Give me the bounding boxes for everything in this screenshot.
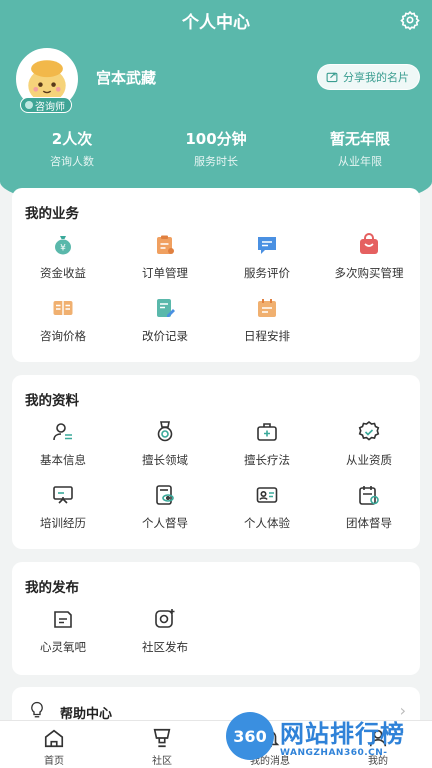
menu-item-multi-purchase[interactable]: 多次购买管理 [318, 232, 420, 281]
menu-item-label: 擅长疗法 [244, 453, 290, 467]
share-card-label: 分享我的名片 [343, 71, 409, 84]
menu-item-training[interactable]: 培训经历 [12, 482, 114, 531]
presentation-board-icon [50, 482, 76, 508]
menu-item-label: 订单管理 [142, 266, 188, 280]
menu-item-expertise-field[interactable]: 擅长领域 [114, 419, 216, 468]
business-card: 我的业务 ¥ 资金收益 订单管理 服务评价 多次购买管理 咨询价格 改价记录 日… [12, 188, 420, 362]
group-calendar-icon [356, 482, 382, 508]
medal-icon [152, 419, 178, 445]
menu-item-schedule[interactable]: 日程安排 [216, 295, 318, 344]
edit-document-icon [152, 295, 178, 321]
menu-item-reviews[interactable]: 服务评价 [216, 232, 318, 281]
username: 宫本武藏 [96, 69, 157, 87]
eye-document-icon [152, 482, 178, 508]
clipboard-icon [152, 232, 178, 258]
share-icon [326, 72, 338, 83]
menu-item-basic-info[interactable]: 基本信息 [12, 419, 114, 468]
menu-item-qualification[interactable]: 从业资质 [318, 419, 420, 468]
lightbulb-icon [31, 701, 43, 718]
section-title: 我的业务 [25, 206, 79, 222]
certificate-badge-icon [356, 419, 382, 445]
id-card-icon [254, 482, 280, 508]
menu-item-price-history[interactable]: 改价记录 [114, 295, 216, 344]
menu-item-label: 资金收益 [40, 266, 86, 280]
watermark-text: 网站排行榜 [280, 720, 405, 748]
menu-item-revenue[interactable]: ¥ 资金收益 [12, 232, 114, 281]
gear-icon[interactable] [400, 10, 420, 30]
tab-home[interactable]: 首页 [0, 721, 108, 768]
medical-kit-icon [254, 419, 280, 445]
badge-icon [25, 101, 33, 109]
role-badge: 咨询师 [20, 97, 72, 113]
menu-item-label: 多次购买管理 [334, 266, 404, 280]
section-title: 我的发布 [25, 580, 79, 596]
tab-community[interactable]: 社区 [108, 721, 216, 768]
menu-item-label: 个人督导 [142, 516, 188, 530]
stat-value: 100分钟 [185, 130, 247, 148]
menu-item-oxygen-bar[interactable]: 心灵氧吧 [12, 606, 114, 655]
tab-label: 首页 [44, 756, 64, 767]
menu-item-expertise-therapy[interactable]: 擅长疗法 [216, 419, 318, 468]
svg-text:¥: ¥ [60, 244, 66, 254]
menu-item-label: 擅长领域 [142, 453, 188, 467]
price-tag-icon [50, 295, 76, 321]
stat-label: 服务时长 [194, 155, 238, 168]
page-title: 个人中心 [182, 13, 250, 33]
profile-card: 我的资料 基本信息 擅长领域 擅长疗法 从业资质 培训经历 个人督导 个人体验 … [12, 375, 420, 549]
menu-item-community-post[interactable]: 社区发布 [114, 606, 216, 655]
section-title: 我的资料 [25, 393, 79, 409]
menu-item-label: 日程安排 [244, 329, 290, 343]
stat-experience-years: 暂无年限 从业年限 [288, 128, 432, 169]
stat-consult-count: 2人次 咨询人数 [0, 128, 144, 169]
menu-item-label: 团体督导 [346, 516, 392, 530]
menu-item-personal-supervision[interactable]: 个人督导 [114, 482, 216, 531]
stat-label: 咨询人数 [50, 155, 94, 168]
watermark-subtext: WANGZHAN360.CN- [280, 748, 388, 758]
chat-box-icon [50, 606, 76, 632]
stat-label: 从业年限 [338, 155, 382, 168]
money-bag-icon: ¥ [50, 232, 76, 258]
share-card-button[interactable]: 分享我的名片 [317, 64, 420, 90]
menu-item-personal-experience[interactable]: 个人体验 [216, 482, 318, 531]
user-info-icon [50, 419, 76, 445]
comment-icon [254, 232, 280, 258]
menu-item-label: 心灵氧吧 [40, 640, 86, 654]
home-icon [44, 729, 64, 748]
menu-item-label: 从业资质 [346, 453, 392, 467]
menu-item-label: 培训经历 [40, 516, 86, 530]
stats-row: 2人次 咨询人数 100分钟 服务时长 暂无年限 从业年限 [0, 128, 432, 169]
stat-value: 2人次 [51, 130, 93, 148]
stat-service-time: 100分钟 服务时长 [144, 128, 288, 169]
calendar-icon [254, 295, 280, 321]
menu-item-label: 基本信息 [40, 453, 86, 467]
tab-label: 社区 [152, 756, 172, 767]
community-icon [153, 728, 171, 748]
header-banner: 个人中心 咨询师 宫本武藏 分享我的名片 2人次 咨询人数 100分钟 服务时长… [0, 0, 432, 215]
menu-item-orders[interactable]: 订单管理 [114, 232, 216, 281]
menu-item-consult-price[interactable]: 咨询价格 [12, 295, 114, 344]
watermark: 360 网站排行榜 WANGZHAN360.CN- [222, 704, 432, 768]
menu-item-label: 社区发布 [142, 640, 188, 654]
shopping-bag-icon [356, 232, 382, 258]
watermark-badge: 360 [226, 712, 274, 760]
menu-item-label: 咨询价格 [40, 329, 86, 343]
menu-item-group-supervision[interactable]: 团体督导 [318, 482, 420, 531]
publish-card: 我的发布 心灵氧吧 社区发布 [12, 562, 420, 675]
menu-item-label: 改价记录 [142, 329, 188, 343]
role-badge-label: 咨询师 [35, 101, 65, 113]
camera-plus-icon [152, 606, 178, 632]
menu-item-label: 服务评价 [244, 266, 290, 280]
stat-value: 暂无年限 [329, 130, 390, 148]
menu-item-label: 个人体验 [244, 516, 290, 530]
